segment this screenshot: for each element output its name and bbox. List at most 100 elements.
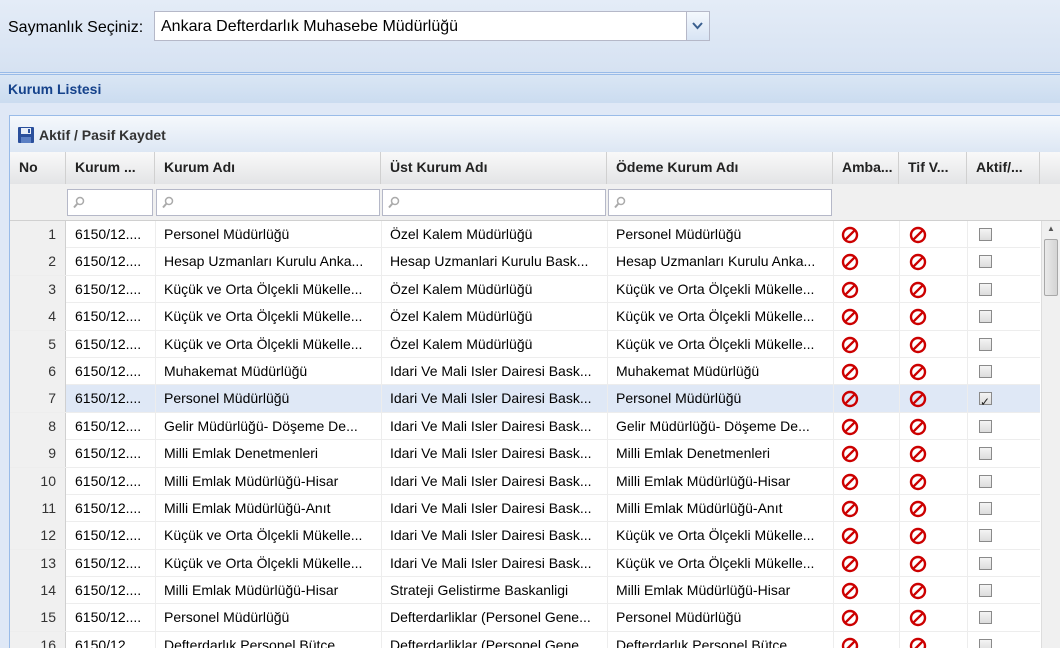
cell-odeme-kurum-adi: Milli Emlak Müdürlüğü-Hisar <box>616 472 791 489</box>
vertical-scrollbar[interactable]: ▲ <box>1041 221 1060 648</box>
cell-odeme-kurum-adi: Personel Müdürlüğü <box>616 609 742 626</box>
ban-icon <box>909 391 927 408</box>
ban-icon <box>841 528 859 545</box>
cell-kurum-kodu: 6150/12.... <box>75 609 142 626</box>
cell-aktif <box>967 468 1040 495</box>
cell-odeme-kurum-adi: Personel Müdürlüğü <box>616 226 742 242</box>
column-divider <box>899 221 900 648</box>
filter-kurum-kodu-input[interactable] <box>67 189 153 216</box>
ban-icon <box>909 308 927 326</box>
cell-kurum-adi: Personel Müdürlüğü <box>164 390 290 407</box>
cell-row-number: 4 <box>10 303 66 331</box>
table-row[interactable]: 11 6150/12.... Milli Emlak Müdürlüğü-Anı… <box>10 494 1040 523</box>
aktif-checkbox[interactable] <box>979 364 992 378</box>
aktif-checkbox[interactable] <box>979 310 992 324</box>
table-row[interactable]: 6 6150/12.... Muhakemat Müdürlüğü Idari … <box>10 357 1040 386</box>
ban-icon <box>909 336 927 353</box>
col-header-ambar[interactable]: Amba... <box>833 152 899 184</box>
saymanlik-value: Ankara Defterdarlık Muhasebe Müdürlüğü <box>161 18 459 35</box>
cell-tif <box>899 248 967 275</box>
aktif-checkbox[interactable] <box>979 501 992 515</box>
cell-ambar <box>833 604 899 631</box>
cell-aktif <box>967 632 1040 648</box>
cell-odeme-kurum-adi: Küçük ve Orta Ölçekli Mükelle... <box>616 335 815 352</box>
aktif-pasif-kaydet-button[interactable]: Aktif / Pasif Kaydet <box>17 124 166 146</box>
scroll-thumb[interactable] <box>1044 239 1058 296</box>
saymanlik-combobox[interactable]: Ankara Defterdarlık Muhasebe Müdürlüğü <box>154 11 710 41</box>
column-divider <box>833 221 834 648</box>
col-header-no[interactable]: No <box>10 152 66 184</box>
cell-row-number: 10 <box>10 467 66 495</box>
table-row[interactable]: 13 6150/12.... Küçük ve Orta Ölçekli Mük… <box>10 549 1040 578</box>
table-row[interactable]: 4 6150/12.... Küçük ve Orta Ölçekli Müke… <box>10 303 1040 331</box>
col-header-aktif[interactable]: Aktif/... <box>967 152 1040 184</box>
cell-kurum-kodu: 6150/12.... <box>75 335 142 352</box>
aktif-checkbox[interactable] <box>979 474 992 488</box>
aktif-checkbox[interactable] <box>979 611 992 625</box>
col-header-kurum-kodu[interactable]: Kurum ... <box>66 152 155 184</box>
cell-kurum-kodu: 6150/12.... <box>75 253 142 270</box>
col-header-odeme-kurum-adi[interactable]: Ödeme Kurum Adı <box>607 152 833 184</box>
filter-kurum-adi-input[interactable] <box>156 189 380 216</box>
cell-kurum-adi: Hesap Uzmanları Kurulu Anka... <box>164 253 364 270</box>
aktif-checkbox[interactable] <box>979 529 992 543</box>
cell-odeme-kurum-adi: Küçük ve Orta Ölçekli Mükelle... <box>616 280 815 297</box>
table-row[interactable]: 9 6150/12.... Milli Emlak Denetmenleri I… <box>10 440 1040 468</box>
table-row[interactable]: 15 6150/12.... Personel Müdürlüğü Defter… <box>10 604 1040 632</box>
cell-aktif <box>967 550 1040 577</box>
column-divider <box>607 221 608 648</box>
ban-icon <box>841 582 859 600</box>
column-divider <box>381 221 382 648</box>
cell-kurum-adi: Küçük ve Orta Ölçekli Mükelle... <box>164 280 363 297</box>
aktif-checkbox[interactable] <box>979 556 992 570</box>
col-header-kurum-adi[interactable]: Kurum Adı <box>155 152 381 184</box>
ban-icon <box>841 226 859 244</box>
table-row[interactable]: 7 6150/12.... Personel Müdürlüğü Idari V… <box>10 385 1040 413</box>
aktif-checkbox[interactable] <box>979 255 992 269</box>
combo-trigger-button[interactable] <box>686 12 709 40</box>
aktif-checkbox[interactable] <box>979 447 992 461</box>
aktif-checkbox[interactable] <box>979 282 992 296</box>
cell-aktif <box>967 522 1040 549</box>
col-header-ust-kurum-adi[interactable]: Üst Kurum Adı <box>381 152 607 184</box>
scroll-up-arrow-icon[interactable]: ▲ <box>1042 221 1060 237</box>
col-header-tif[interactable]: Tif V... <box>899 152 967 184</box>
filter-odeme-kurum-adi-input[interactable] <box>608 189 832 216</box>
table-row[interactable]: 16 6150/12.... Defterdarlık Personel Büt… <box>10 631 1040 648</box>
cell-odeme-kurum-adi: Muhakemat Müdürlüğü <box>616 362 760 379</box>
cell-ambar <box>833 413 899 440</box>
saymanlik-label: Saymanlık Seçiniz: <box>8 19 144 36</box>
table-row[interactable]: 5 6150/12.... Küçük ve Orta Ölçekli Müke… <box>10 330 1040 358</box>
table-row[interactable]: 2 6150/12.... Hesap Uzmanları Kurulu Ank… <box>10 248 1040 276</box>
saymanlik-toolbar: Saymanlık Seçiniz: Ankara Defterdarlık M… <box>0 0 1060 73</box>
aktif-checkbox[interactable] <box>979 228 992 241</box>
table-row[interactable]: 14 6150/12.... Milli Emlak Müdürlüğü-His… <box>10 577 1040 605</box>
aktif-checkbox[interactable] <box>979 389 992 412</box>
cell-kurum-adi: Milli Emlak Müdürlüğü-Hisar <box>164 582 339 599</box>
cell-ust-kurum-adi: Idari Ve Mali Isler Dairesi Bask... <box>390 417 592 434</box>
table-row[interactable]: 8 6150/12.... Gelir Müdürlüğü- Döşeme De… <box>10 412 1040 441</box>
table-row[interactable]: 10 6150/12.... Milli Emlak Müdürlüğü-His… <box>10 467 1040 495</box>
cell-aktif <box>967 577 1040 604</box>
aktif-checkbox[interactable] <box>979 419 992 433</box>
cell-row-number: 1 <box>10 221 66 248</box>
cell-row-number: 16 <box>10 631 66 648</box>
ban-icon <box>909 610 927 627</box>
ban-icon <box>909 637 927 648</box>
table-row[interactable]: 12 6150/12.... Küçük ve Orta Ölçekli Mük… <box>10 522 1040 550</box>
cell-ambar <box>833 385 899 412</box>
cell-aktif <box>967 413 1040 440</box>
cell-ust-kurum-adi: Idari Ve Mali Isler Dairesi Bask... <box>390 472 592 489</box>
ban-icon <box>841 308 859 326</box>
cell-odeme-kurum-adi: Milli Emlak Denetmenleri <box>616 445 771 462</box>
cell-tif <box>899 331 967 358</box>
ban-icon <box>841 281 859 298</box>
aktif-checkbox[interactable] <box>979 337 992 351</box>
table-row[interactable]: 1 6150/12.... Personel Müdürlüğü Özel Ka… <box>10 221 1040 249</box>
table-row[interactable]: 3 6150/12.... Küçük ve Orta Ölçekli Müke… <box>10 275 1040 304</box>
aktif-checkbox[interactable] <box>979 584 992 598</box>
cell-tif <box>899 385 967 412</box>
filter-ust-kurum-adi-input[interactable] <box>382 189 606 216</box>
ban-icon <box>909 500 927 518</box>
cell-ust-kurum-adi: Idari Ve Mali Isler Dairesi Bask... <box>390 499 592 516</box>
